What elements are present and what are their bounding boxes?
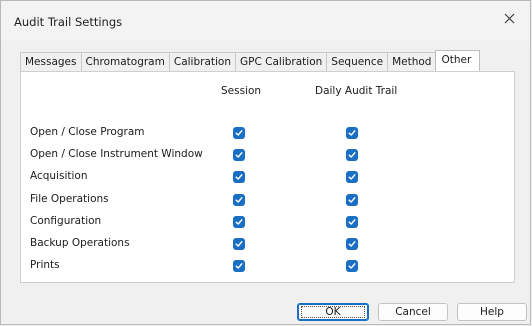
session-checkbox-backup-operations[interactable]	[233, 238, 245, 250]
session-checkbox-prints[interactable]	[233, 260, 245, 273]
session-checkbox-configuration[interactable]	[233, 215, 245, 228]
window-title: Audit Trail Settings	[14, 15, 123, 29]
daily-checkbox-open-close-instrument-window[interactable]	[346, 149, 358, 162]
session-checkbox-acquisition[interactable]	[233, 171, 245, 184]
help-button[interactable]: Help	[457, 303, 527, 321]
ok-button[interactable]: OK	[297, 303, 369, 321]
daily-checkbox-open-close-program[interactable]	[346, 127, 358, 139]
tab-chromatogram[interactable]: Chromatogram	[80, 52, 170, 71]
row-label-file-operations: File Operations	[30, 192, 109, 205]
tab-strip: Messages Chromatogram Calibration GPC Calib…	[20, 50, 481, 71]
daily-checkbox-file-operations[interactable]	[346, 193, 358, 206]
cancel-button[interactable]: Cancel	[378, 303, 448, 321]
close-icon	[504, 13, 514, 23]
column-header-session: Session	[221, 85, 262, 97]
session-checkbox-file-operations[interactable]	[233, 193, 245, 206]
cancel-button-label: Cancel	[395, 306, 431, 318]
help-button-label: Help	[480, 306, 504, 318]
tab-messages[interactable]: Messages	[20, 52, 82, 71]
row-label-configuration: Configuration	[30, 214, 102, 227]
row-label-acquisition: Acquisition	[30, 170, 88, 183]
daily-checkbox-configuration[interactable]	[346, 215, 358, 228]
session-checkbox-open-close-instrument-window[interactable]	[233, 149, 245, 162]
daily-checkbox-prints[interactable]	[346, 260, 358, 273]
daily-checkbox-acquisition[interactable]	[346, 171, 358, 184]
row-label-backup-operations: Backup Operations	[30, 237, 130, 249]
daily-checkbox-backup-operations[interactable]	[346, 238, 358, 250]
session-checkbox-open-close-program[interactable]	[233, 127, 245, 139]
tab-calibration[interactable]: Calibration	[168, 52, 236, 71]
title-bar[interactable]: Audit Trail Settings	[1, 1, 530, 41]
tab-method[interactable]: Method	[387, 52, 437, 71]
row-label-prints: Prints	[30, 259, 60, 272]
close-button[interactable]	[488, 1, 530, 35]
ok-button-label: OK	[325, 306, 341, 318]
tab-sequence[interactable]: Sequence	[326, 52, 389, 71]
row-label-open-close-instrument-window: Open / Close Instrument Window	[30, 148, 203, 161]
row-label-open-close-program: Open / Close Program	[30, 126, 145, 138]
tab-panel-other: Session Daily Audit Trail Open / Close P…	[20, 71, 515, 283]
tab-other[interactable]: Other	[435, 50, 481, 71]
dialog-window: Audit Trail Settings Messages Chromatogra…	[0, 0, 531, 325]
tab-gpc-calibration[interactable]: GPC Calibration	[235, 52, 328, 71]
column-header-daily-audit-trail: Daily Audit Trail	[315, 85, 398, 97]
